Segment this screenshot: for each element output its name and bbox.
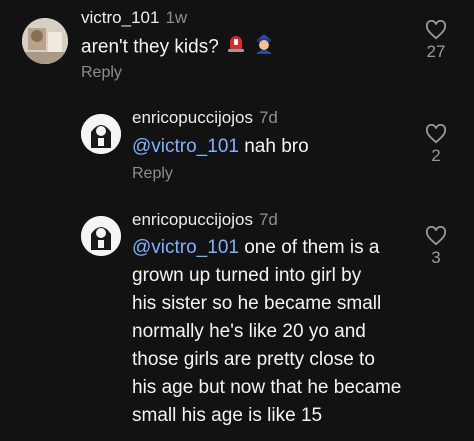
like-button[interactable]: 3 bbox=[418, 226, 454, 268]
mention-link[interactable]: @victro_101 bbox=[132, 136, 239, 157]
like-count: 27 bbox=[426, 42, 446, 61]
comment-body: nah bro bbox=[238, 136, 309, 157]
comment-line: @victro_101 one of them is a bbox=[132, 237, 380, 258]
timestamp: 1w bbox=[165, 8, 188, 27]
like-count: 2 bbox=[431, 146, 441, 165]
avatar[interactable] bbox=[22, 18, 68, 64]
avatar[interactable] bbox=[81, 216, 121, 256]
police-light-icon bbox=[225, 33, 247, 62]
like-button[interactable]: 2 bbox=[418, 124, 454, 166]
comment-header: enricopuccijojos 7d bbox=[132, 210, 278, 230]
comment-line: his age but now that he became bbox=[132, 377, 402, 398]
comment-line: grown up turned into girl by bbox=[132, 265, 362, 286]
like-count: 3 bbox=[431, 248, 441, 267]
comment-header: victro_101 1w bbox=[81, 8, 187, 28]
reply-button[interactable]: Reply bbox=[132, 165, 173, 183]
comment-line: normally he's like 20 yo and bbox=[132, 321, 366, 342]
username[interactable]: enricopuccijojos bbox=[132, 210, 253, 229]
comment-body: aren't they kids? bbox=[81, 36, 219, 58]
comment-text: @victro_101 nah bro bbox=[132, 133, 309, 161]
comment-text: aren't they kids? bbox=[81, 32, 275, 63]
reply-button[interactable]: Reply bbox=[81, 64, 122, 82]
timestamp: 7d bbox=[258, 210, 278, 229]
heart-icon bbox=[425, 20, 447, 40]
police-officer-icon bbox=[253, 32, 275, 63]
mention-link[interactable]: @victro_101 bbox=[132, 237, 239, 258]
heart-icon bbox=[425, 124, 447, 144]
like-button[interactable]: 27 bbox=[418, 20, 454, 62]
timestamp: 7d bbox=[258, 108, 278, 127]
heart-icon bbox=[425, 226, 447, 246]
comment-line: small his age is like 15 bbox=[132, 405, 323, 426]
comment-line: those girls are pretty close to bbox=[132, 349, 375, 370]
username[interactable]: victro_101 bbox=[81, 8, 159, 27]
avatar[interactable] bbox=[81, 114, 121, 154]
comment-text: @victro_101 one of them is a grown up tu… bbox=[132, 234, 401, 430]
comment-header: enricopuccijojos 7d bbox=[132, 108, 278, 128]
comment-line: his sister so he became small bbox=[132, 293, 382, 314]
username[interactable]: enricopuccijojos bbox=[132, 108, 253, 127]
